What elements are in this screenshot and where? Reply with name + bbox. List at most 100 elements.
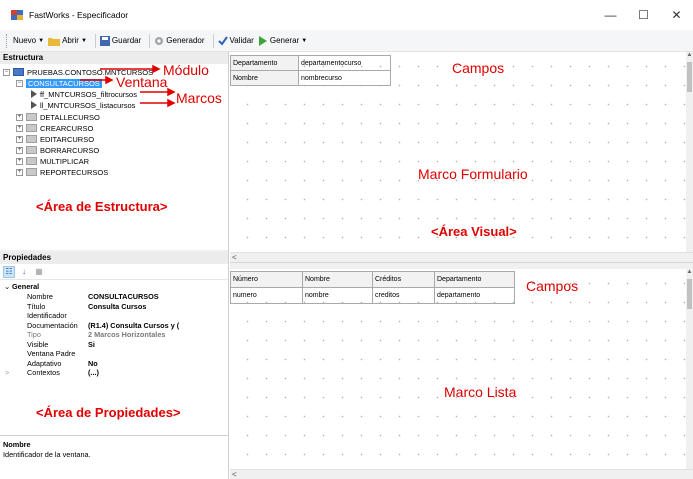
- expand-icon[interactable]: +: [16, 157, 23, 165]
- chevron-right-icon[interactable]: >: [5, 368, 9, 377]
- chevron-down-icon: ▼: [38, 37, 45, 44]
- form-field-row[interactable]: Departamento departamentocurso: [230, 55, 391, 71]
- property-name: Ventana Padre: [27, 349, 76, 358]
- column-header[interactable]: Nombre: [302, 271, 373, 288]
- property-name: Nombre: [27, 292, 53, 301]
- close-button[interactable]: ✕: [660, 0, 693, 30]
- property-row[interactable]: Nombre CONSULTACURSOS: [0, 292, 228, 302]
- scroll-up-icon[interactable]: ▲: [686, 52, 693, 58]
- scroll-left-icon[interactable]: <: [232, 253, 237, 262]
- categorized-icon[interactable]: ☷: [3, 265, 15, 278]
- structure-tree: − PRUEBAS.CONTOSO.MNTCURSOS − CONSULTACU…: [0, 62, 228, 250]
- property-value[interactable]: [88, 311, 228, 321]
- list-cell[interactable]: creditos: [372, 287, 435, 304]
- horizontal-scrollbar[interactable]: <: [230, 469, 693, 479]
- guardar-button[interactable]: Guardar: [99, 35, 142, 46]
- tree-node-window[interactable]: + EDITARCURSO: [16, 134, 94, 144]
- tree-node-window[interactable]: + REPORTECURSOS: [16, 167, 108, 177]
- property-row[interactable]: Tipo 2 Marcos Horizontales: [0, 330, 228, 340]
- property-value[interactable]: Consulta Cursos: [88, 302, 228, 312]
- window-icon: [26, 168, 37, 176]
- chevron-down-icon: ▼: [301, 37, 308, 44]
- property-name: Adaptativo: [27, 358, 62, 368]
- expand-icon[interactable]: +: [16, 135, 23, 143]
- window-label: BORRARCURSO: [40, 145, 100, 155]
- expand-icon[interactable]: +: [16, 168, 23, 176]
- folder-icon: [48, 37, 61, 46]
- expand-icon[interactable]: +: [16, 124, 23, 132]
- generador-button[interactable]: Generador: [154, 36, 205, 46]
- tree-node-window[interactable]: + CREARCURSO: [16, 123, 93, 133]
- scroll-up-icon[interactable]: ▲: [686, 269, 693, 275]
- description-title: Nombre: [3, 440, 31, 449]
- chevron-down-icon: ⌄: [4, 282, 11, 291]
- list-grid: Número Nombre Créditos Departamento nume…: [230, 271, 515, 304]
- column-header[interactable]: Número: [230, 271, 303, 288]
- nuevo-button[interactable]: Nuevo ▼: [13, 36, 44, 45]
- property-row[interactable]: > Contextos (...): [0, 368, 228, 378]
- validar-button[interactable]: Validar: [217, 35, 254, 46]
- property-name: Título: [27, 301, 46, 311]
- field-control[interactable]: departamentocurso: [298, 55, 391, 71]
- toolbar-separator: [212, 33, 214, 48]
- scroll-left-icon[interactable]: <: [232, 470, 237, 479]
- minimize-button[interactable]: —: [594, 0, 627, 30]
- property-value[interactable]: CONSULTACURSOS: [88, 292, 228, 302]
- window-label: EDITARCURSO: [40, 134, 95, 144]
- alphabetical-icon[interactable]: ↓: [18, 266, 30, 278]
- abrir-button[interactable]: Abrir ▼: [48, 36, 87, 46]
- column-header[interactable]: Créditos: [372, 271, 435, 288]
- vertical-scrollbar[interactable]: ▲: [686, 269, 693, 469]
- properties-header: Propiedades: [0, 252, 228, 264]
- scroll-thumb[interactable]: [687, 62, 692, 92]
- property-value: 2 Marcos Horizontales: [88, 330, 166, 339]
- properties-panel: Propiedades ☷ ↓ ▦ ⌄ General Nombre CONSUL…: [0, 252, 228, 479]
- field-label: Nombre: [230, 70, 299, 86]
- annotation-marco-formulario: Marco Formulario: [418, 166, 528, 182]
- property-row[interactable]: Visible Si: [0, 340, 228, 350]
- property-name: Identificador: [27, 311, 67, 320]
- property-row[interactable]: Documentación (R1.4) Consulta Cursos y (: [0, 321, 228, 331]
- property-value[interactable]: No: [88, 359, 228, 369]
- field-control[interactable]: nombrecurso: [298, 70, 391, 86]
- generar-button[interactable]: Generar ▼: [258, 35, 308, 46]
- tree-node-window[interactable]: + MULTIPLICAR: [16, 156, 89, 166]
- property-row[interactable]: Adaptativo No: [0, 359, 228, 369]
- property-group-general[interactable]: ⌄ General: [0, 282, 228, 292]
- horizontal-scrollbar[interactable]: <: [230, 252, 693, 262]
- property-row[interactable]: Título Consulta Cursos: [0, 302, 228, 312]
- scroll-thumb[interactable]: [687, 279, 692, 309]
- guardar-label: Guardar: [111, 36, 142, 45]
- list-frame-canvas[interactable]: Número Nombre Créditos Departamento nume…: [230, 269, 686, 469]
- form-frame-canvas[interactable]: Departamento departamentocurso Nombre no…: [230, 52, 686, 252]
- list-cell[interactable]: departamento: [434, 287, 515, 304]
- maximize-button[interactable]: ☐: [627, 0, 660, 30]
- expand-icon[interactable]: +: [16, 146, 23, 154]
- nuevo-label: Nuevo: [13, 36, 37, 45]
- property-value[interactable]: [88, 349, 228, 359]
- column-header[interactable]: Departamento: [434, 271, 515, 288]
- property-value[interactable]: Si: [88, 340, 228, 350]
- window-icon: [26, 135, 37, 143]
- property-pages-icon[interactable]: ▦: [33, 266, 45, 278]
- save-icon: [99, 35, 110, 46]
- list-cell[interactable]: nombre: [302, 287, 373, 304]
- list-data-row[interactable]: numero nombre creditos departamento: [230, 287, 515, 304]
- list-cell[interactable]: numero: [230, 287, 303, 304]
- window-title: FastWorks - Especificador: [29, 10, 129, 20]
- title-bar: FastWorks - Especificador — ☐ ✕: [0, 0, 693, 30]
- property-value[interactable]: (R1.4) Consulta Cursos y (: [88, 321, 228, 331]
- frame-splitter[interactable]: [230, 262, 693, 269]
- vertical-scrollbar[interactable]: ▲: [686, 52, 693, 252]
- window-icon: [26, 124, 37, 132]
- property-value[interactable]: (...): [88, 368, 228, 378]
- form-field-row[interactable]: Nombre nombrecurso: [230, 70, 391, 86]
- property-row[interactable]: Identificador: [0, 311, 228, 321]
- toolbar-separator: [94, 33, 96, 48]
- annotation-area-visual: <Área Visual>: [431, 224, 517, 239]
- form-fields: Departamento departamentocurso Nombre no…: [230, 55, 391, 86]
- group-label: General: [12, 282, 40, 291]
- tree-node-window[interactable]: + BORRARCURSO: [16, 145, 99, 155]
- gear-icon: [155, 36, 164, 45]
- property-row[interactable]: Ventana Padre: [0, 349, 228, 359]
